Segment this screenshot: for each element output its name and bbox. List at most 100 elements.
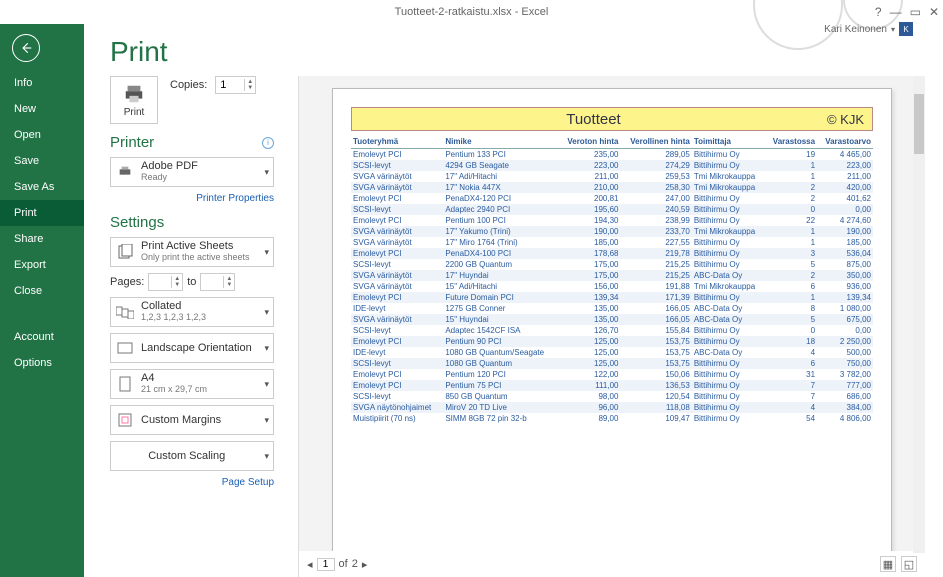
pages-label: Pages: — [110, 276, 144, 288]
col-header: Varastoarvo — [817, 135, 873, 149]
table-row: SVGA värinäytöt17" Miro 1764 (Trini)185,… — [351, 237, 873, 248]
cell: 240,59 — [620, 204, 691, 215]
copies-stepper[interactable]: ▲▼ — [215, 76, 256, 94]
pages-from-stepper[interactable]: ▲▼ — [148, 273, 183, 291]
cell: Emolevyt PCI — [351, 248, 443, 259]
cell: Bittihirmu Oy — [692, 358, 765, 369]
cell: 185,00 — [559, 237, 621, 248]
cell: 125,00 — [559, 347, 621, 358]
cell: 211,00 — [817, 171, 873, 182]
scrollbar[interactable] — [913, 76, 925, 553]
cell: Pentium 133 PCI — [443, 149, 558, 161]
sidebar-item-export[interactable]: Export — [0, 252, 84, 278]
page-setup-link[interactable]: Page Setup — [110, 477, 274, 488]
copies-input[interactable] — [216, 79, 244, 91]
print-what-dropdown[interactable]: Print Active Sheets Only print the activ… — [110, 237, 274, 267]
sidebar-item-account[interactable]: Account — [0, 324, 84, 350]
cell: 175,00 — [559, 259, 621, 270]
cell: 750,00 — [817, 358, 873, 369]
cell: Muistipiirit (70 ns) — [351, 413, 443, 424]
table-row: Emolevyt PCIPentium 120 PCI122,00150,06B… — [351, 369, 873, 380]
cell: Emolevyt PCI — [351, 336, 443, 347]
scaling-dropdown[interactable]: Custom Scaling ▾ — [110, 441, 274, 471]
cell: 936,00 — [817, 281, 873, 292]
current-page-input[interactable] — [317, 558, 335, 571]
table-row: Emolevyt PCIPentium 90 PCI125,00153,75Bi… — [351, 336, 873, 347]
print-button[interactable]: Print — [110, 76, 158, 124]
back-button[interactable] — [12, 34, 40, 62]
margins-icon — [115, 410, 135, 430]
user-name: Kari Keinonen — [824, 24, 887, 35]
sidebar-item-save-as[interactable]: Save As — [0, 174, 84, 200]
cell: Adaptec 1542CF ISA — [443, 325, 558, 336]
cell: SVGA värinäytöt — [351, 270, 443, 281]
cell: ABC-Data Oy — [692, 303, 765, 314]
info-icon[interactable]: i — [262, 137, 274, 149]
sidebar-item-options[interactable]: Options — [0, 350, 84, 376]
chevron-down-icon: ▾ — [264, 167, 269, 178]
landscape-icon — [115, 338, 135, 358]
sidebar-item-info[interactable]: Info — [0, 70, 84, 96]
restore-icon[interactable]: ▭ — [910, 5, 921, 19]
pages-to-input[interactable] — [201, 276, 223, 288]
cell: 2 — [765, 182, 817, 193]
sidebar-item-open[interactable]: Open — [0, 122, 84, 148]
cell: Bittihirmu Oy — [692, 248, 765, 259]
cell: SVGA värinäytöt — [351, 237, 443, 248]
cell: Tmi Mikrokauppa — [692, 171, 765, 182]
sidebar-item-print[interactable]: Print — [0, 200, 84, 226]
next-page-icon[interactable]: ▸ — [362, 558, 368, 571]
cell: Bittihirmu Oy — [692, 149, 765, 161]
table-row: SVGA värinäytöt17" Nokia 447X210,00258,3… — [351, 182, 873, 193]
printer-name: Adobe PDF — [141, 161, 258, 172]
cell: Pentium 100 PCI — [443, 215, 558, 226]
user-menu-chevron[interactable]: ▾ — [891, 25, 895, 34]
pages-to-stepper[interactable]: ▲▼ — [200, 273, 235, 291]
cell: 17" Huyndai — [443, 270, 558, 281]
paper-size-dropdown[interactable]: A4 21 cm x 29,7 cm ▾ — [110, 369, 274, 399]
prev-page-icon[interactable]: ◂ — [307, 558, 313, 571]
cell: Bittihirmu Oy — [692, 380, 765, 391]
pages-to-label: to — [187, 276, 196, 288]
cell: 2 — [765, 193, 817, 204]
cell: Bittihirmu Oy — [692, 237, 765, 248]
preview-viewport[interactable]: Tuotteet © KJK TuoteryhmäNimikeVeroton h… — [299, 76, 925, 551]
col-header: Veroton hinta — [559, 135, 621, 149]
collate-dropdown[interactable]: Collated 1,2,3 1,2,3 1,2,3 ▾ — [110, 297, 274, 327]
orientation-dropdown[interactable]: Landscape Orientation ▾ — [110, 333, 274, 363]
cell: Emolevyt PCI — [351, 292, 443, 303]
user-account[interactable]: Kari Keinonen ▾ K — [824, 22, 913, 36]
cell: 185,00 — [817, 237, 873, 248]
pages-from-input[interactable] — [149, 276, 171, 288]
cell: SCSI-levyt — [351, 358, 443, 369]
paper-size-sub: 21 cm x 29,7 cm — [141, 384, 258, 395]
cell: SCSI-levyt — [351, 391, 443, 402]
scrollbar-thumb[interactable] — [914, 94, 924, 154]
cell: 850 GB Quantum — [443, 391, 558, 402]
zoom-to-page-icon[interactable]: ▦ — [880, 556, 896, 572]
stepper-down-icon[interactable]: ▼ — [247, 85, 253, 91]
margins-dropdown[interactable]: Custom Margins ▾ — [110, 405, 274, 435]
close-icon[interactable]: ✕ — [929, 5, 939, 19]
table-row: Emolevyt PCIPenaDX4-120 PCI200,81247,00B… — [351, 193, 873, 204]
minimize-icon[interactable]: — — [890, 5, 902, 19]
help-icon[interactable]: ? — [875, 5, 882, 19]
cell: SCSI-levyt — [351, 160, 443, 171]
printer-dropdown[interactable]: Adobe PDF Ready ▾ — [110, 157, 274, 187]
cell: 7 — [765, 380, 817, 391]
sidebar-item-share[interactable]: Share — [0, 226, 84, 252]
zoom-icon[interactable]: ◱ — [901, 556, 917, 572]
cell: 1 — [765, 292, 817, 303]
collate-icon — [115, 302, 135, 322]
cell: Bittihirmu Oy — [692, 391, 765, 402]
cell: Pentium 120 PCI — [443, 369, 558, 380]
printer-properties-link[interactable]: Printer Properties — [110, 193, 274, 204]
printer-status: Ready — [141, 172, 258, 183]
cell: 15" Adi/Hitachi — [443, 281, 558, 292]
sidebar-item-save[interactable]: Save — [0, 148, 84, 174]
sidebar-item-close[interactable]: Close — [0, 278, 84, 304]
cell: Bittihirmu Oy — [692, 160, 765, 171]
cell: 155,84 — [620, 325, 691, 336]
table-row: SVGA näytönohjaimetMiroV 20 TD Live96,00… — [351, 402, 873, 413]
sidebar-item-new[interactable]: New — [0, 96, 84, 122]
